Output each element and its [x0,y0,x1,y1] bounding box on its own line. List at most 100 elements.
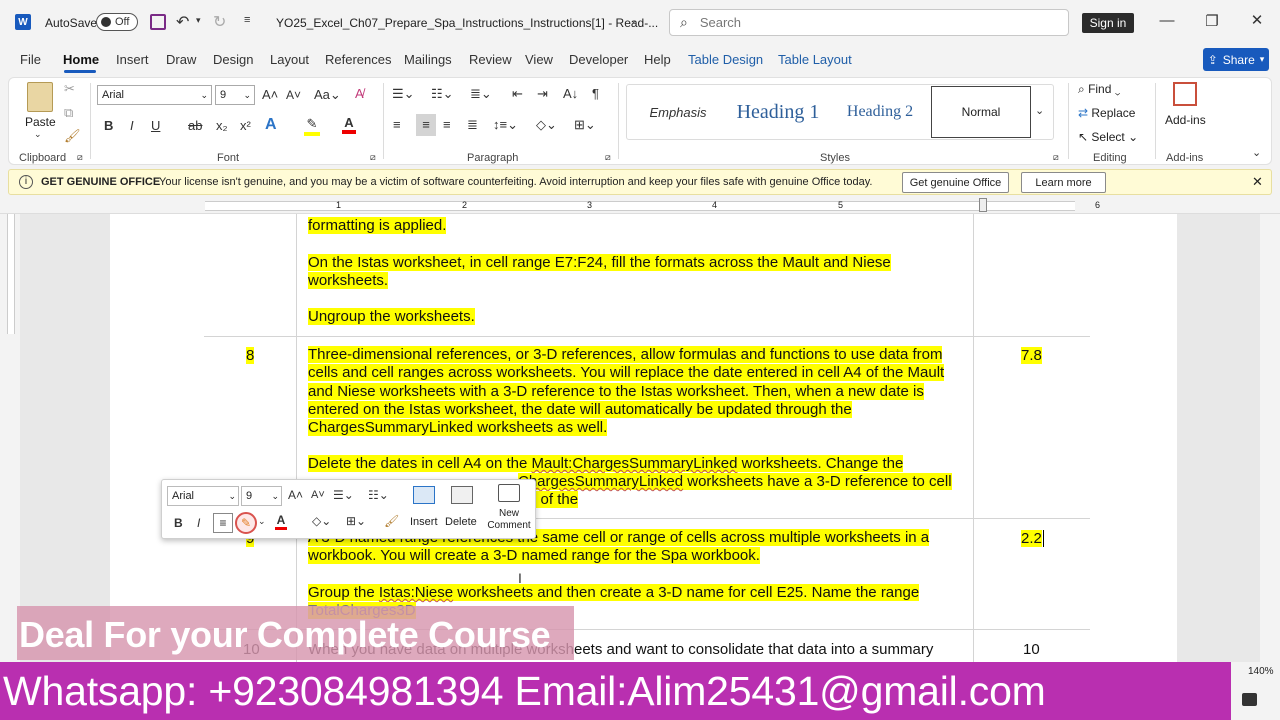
row7-text-1[interactable]: formatting is applied. [308,217,968,235]
sort-icon[interactable]: A↓ [563,86,578,101]
superscript-icon[interactable]: x² [240,118,251,133]
tab-home[interactable]: Home [63,52,99,67]
close-icon[interactable]: ✕ [1237,11,1277,29]
mini-borders-icon[interactable]: ⊞⌄ [346,514,366,528]
styles-more-icon[interactable]: ⌄ [1035,104,1044,117]
tab-review[interactable]: Review [469,52,512,67]
tab-table-design[interactable]: Table Design [688,52,763,67]
grow-font-icon[interactable]: A˄ [262,87,278,102]
paste-dropdown-icon[interactable]: ⌄ [34,129,42,140]
mini-font-size-select[interactable]: 9 ⌄ [241,486,282,506]
document-title[interactable]: YO25_Excel_Ch07_Prepare_Spa_Instructions… [276,16,658,30]
mini-highlight-icon[interactable]: ✎ [235,512,257,534]
mini-italic-icon[interactable]: I [197,516,200,530]
tab-view[interactable]: View [525,52,553,67]
mini-center-icon[interactable]: ≡ [213,513,233,533]
paragraph-launcher-icon[interactable]: ⧄ [605,152,611,163]
mini-grow-font-icon[interactable]: A˄ [288,488,303,502]
mini-shading-icon[interactable]: ◇⌄ [312,514,331,528]
row7-text-2[interactable]: On the Istas worksheet, in cell range E7… [308,254,968,291]
mini-font-name-select[interactable]: Arial ⌄ [167,486,239,506]
mini-insert-icon[interactable] [413,486,435,504]
highlight-icon[interactable]: ✎ [304,116,320,136]
line-spacing-icon[interactable]: ↕≡⌄ [493,117,518,133]
align-right-icon[interactable]: ≡ [443,117,451,132]
mini-delete-icon[interactable] [451,486,473,504]
undo-icon[interactable]: ↶ [176,12,189,32]
mini-font-color-icon[interactable]: A [275,513,287,530]
minimize-icon[interactable]: — [1147,12,1187,29]
font-size-select[interactable]: 9 ⌄ [215,85,255,105]
bullets-icon[interactable]: ☰⌄ [392,86,415,102]
font-name-select[interactable]: Arial ⌄ [97,85,212,105]
tab-table-layout[interactable]: Table Layout [778,52,852,67]
row8-text-1[interactable]: Three-dimensional references, or 3-D ref… [308,346,968,437]
format-painter-icon[interactable]: 🖌 [64,128,81,144]
shading-icon[interactable]: ◇⌄ [536,117,557,133]
shrink-font-icon[interactable]: A˅ [286,88,301,102]
row8-points[interactable]: 7.8 [1021,347,1042,364]
clipboard-launcher-icon[interactable]: ⧄ [77,152,83,163]
indent-marker-icon[interactable] [979,198,987,212]
subscript-icon[interactable]: x₂ [216,118,228,133]
replace-button[interactable]: ⇄ Replace [1078,106,1135,120]
clear-formatting-icon[interactable]: A̸ [355,86,364,101]
vertical-ruler[interactable] [3,214,19,664]
decrease-indent-icon[interactable]: ⇤ [512,86,523,102]
message-close-icon[interactable]: ✕ [1252,174,1263,190]
save-icon[interactable] [150,14,166,30]
restore-icon[interactable]: ❐ [1192,12,1232,30]
align-left-icon[interactable]: ≡ [393,117,401,132]
new-comment-icon[interactable] [498,484,520,502]
mini-numbering-icon[interactable]: ☷⌄ [368,488,389,502]
get-genuine-office-button[interactable]: Get genuine Office [902,172,1009,193]
align-center-icon[interactable]: ≡ [416,114,436,136]
zoom-level[interactable]: 140% [1248,666,1274,677]
tab-mailings[interactable]: Mailings [404,52,452,67]
styles-launcher-icon[interactable]: ⧄ [1053,152,1059,163]
multilevel-list-icon[interactable]: ≣⌄ [470,86,492,102]
tab-references[interactable]: References [325,52,391,67]
mini-highlight-dropdown-icon[interactable]: ⌄ [258,516,266,527]
row9-points[interactable]: 2.2 [1021,530,1044,547]
copy-icon[interactable]: ⧉ [64,105,73,121]
undo-dropdown-icon[interactable]: ▾ [196,15,201,26]
row7-text-3[interactable]: Ungroup the worksheets. [308,308,968,326]
strikethrough-icon[interactable]: ab [188,118,202,133]
addins-button-label[interactable]: Add-ins [1165,113,1206,127]
font-color-icon[interactable]: A [342,115,356,134]
tab-design[interactable]: Design [213,52,253,67]
row8-text-2[interactable]: Delete the dates in cell A4 on the Mault… [308,455,968,473]
tab-insert[interactable]: Insert [116,52,149,67]
addins-icon[interactable] [1173,82,1197,106]
mini-format-painter-icon[interactable]: 🖌 [384,514,399,528]
new-comment-label[interactable]: New Comment [485,508,533,532]
font-launcher-icon[interactable]: ⧄ [370,152,376,163]
customize-qat-icon[interactable]: ≡ [244,14,250,26]
redo-icon[interactable]: ↻ [213,12,226,32]
sign-in-button[interactable]: Sign in [1082,13,1134,33]
share-button[interactable]: ⇪ Share ▾ [1203,48,1269,71]
tab-file[interactable]: File [20,52,41,67]
mini-bullets-icon[interactable]: ☰⌄ [333,488,354,502]
row8-step[interactable]: 8 [246,347,255,364]
cut-icon[interactable]: ✂ [64,81,75,97]
style-emphasis[interactable]: Emphasis [632,86,724,138]
feedback-icon[interactable] [1242,693,1257,706]
row10-points[interactable]: 10 [1023,641,1040,658]
tab-draw[interactable]: Draw [166,52,196,67]
increase-indent-icon[interactable]: ⇥ [537,86,548,102]
autosave-toggle[interactable]: Off [96,13,138,31]
mini-insert-label[interactable]: Insert [410,516,438,528]
mini-shrink-font-icon[interactable]: A˅ [311,489,325,501]
show-marks-icon[interactable]: ¶ [592,86,599,101]
mini-bold-icon[interactable]: B [174,516,183,530]
paste-icon[interactable] [27,82,53,112]
numbering-icon[interactable]: ☷⌄ [431,86,454,102]
bold-icon[interactable]: B [104,118,113,133]
text-effects-icon[interactable]: A [265,116,277,134]
mini-delete-label[interactable]: Delete [445,516,477,528]
style-normal[interactable]: Normal [931,86,1031,138]
style-heading-2[interactable]: Heading 2 [833,86,927,138]
tab-developer[interactable]: Developer [569,52,628,67]
